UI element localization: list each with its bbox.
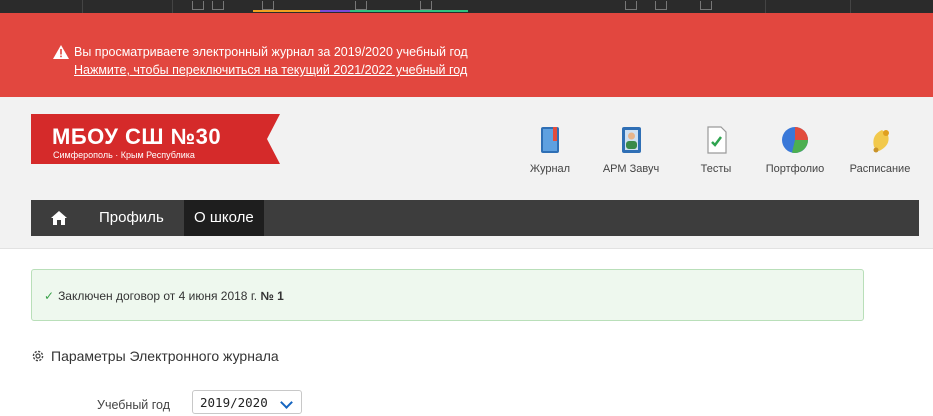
section-title-text: Параметры Электронного журнала [51,348,279,364]
toolbar-separator [850,0,851,13]
journal-settings-heading: Параметры Электронного журнала [31,348,279,364]
journal-icon [541,127,559,153]
check-icon: ✓ [44,289,55,303]
menu-profile[interactable]: Профиль [87,200,176,236]
toolbar-glyph-icon[interactable] [700,1,712,10]
toolbar-glyph-icon[interactable] [625,1,637,10]
contract-number: № 1 [260,289,284,303]
tests-icon [707,126,727,154]
nav-portfolio-label: Портфолио [765,163,825,175]
toolbar-glyph-icon[interactable] [355,1,367,10]
toolbar-accent-bar [320,10,350,12]
school-year-select[interactable]: 2019/2020 [192,390,302,414]
school-location: Симферополь · Крым Республика [53,150,195,160]
contract-text: Заключен договор от 4 июня 2018 г. [58,289,261,303]
nav-journal[interactable]: Журнал [528,125,572,175]
contract-notice: ✓ Заключен договор от 4 июня 2018 г. № 1 [31,269,864,321]
school-year-label: Учебный год [97,398,171,412]
toolbar-glyph-icon[interactable] [192,1,204,10]
alert-message: Вы просматриваете электронный журнал за … [74,45,468,59]
nav-portfolio[interactable]: Портфолио [762,125,828,175]
portfolio-icon [782,127,808,153]
menu-about-school[interactable]: О школе [184,200,264,236]
contract-text-row: ✓ Заключен договор от 4 июня 2018 г. № 1 [44,289,284,303]
site-header: МБОУ СШ №30 Симферополь · Крым Республик… [0,97,933,249]
toolbar-separator [82,0,83,13]
toolbar-separator [172,0,173,13]
chevron-down-icon [280,396,293,409]
school-year-value: 2019/2020 [200,395,268,410]
archive-year-alert: Вы просматриваете электронный журнал за … [0,13,933,97]
nav-deputy-label: АРМ Завуч [602,163,660,175]
school-logo-banner[interactable]: МБОУ СШ №30 Симферополь · Крым Республик… [31,114,280,164]
nav-tests[interactable]: Тесты [694,125,738,175]
gear-icon [32,350,44,362]
toolbar-accent-bar [253,10,320,12]
toolbar-glyph-icon[interactable] [262,1,274,10]
toolbar-accent-bar [350,10,468,12]
warning-icon [53,45,69,59]
switch-year-link[interactable]: Нажмите, чтобы переключиться на текущий … [74,63,467,77]
nav-tests-label: Тесты [700,163,732,175]
main-menu: Профиль О школе [31,200,919,236]
browser-toolbar-strip [0,0,933,13]
nav-deputy[interactable]: АРМ Завуч [601,125,661,175]
toolbar-separator [765,0,766,13]
bell-icon [873,130,889,153]
nav-schedule[interactable]: Расписание [843,125,917,175]
menu-home[interactable] [31,200,87,236]
toolbar-glyph-icon[interactable] [212,1,224,10]
home-icon [51,211,67,225]
nav-schedule-label: Расписание [849,163,911,175]
toolbar-glyph-icon[interactable] [655,1,667,10]
nav-journal-label: Журнал [529,163,571,175]
toolbar-glyph-icon[interactable] [420,1,432,10]
deputy-icon [622,127,641,153]
school-name: МБОУ СШ №30 [52,124,222,149]
